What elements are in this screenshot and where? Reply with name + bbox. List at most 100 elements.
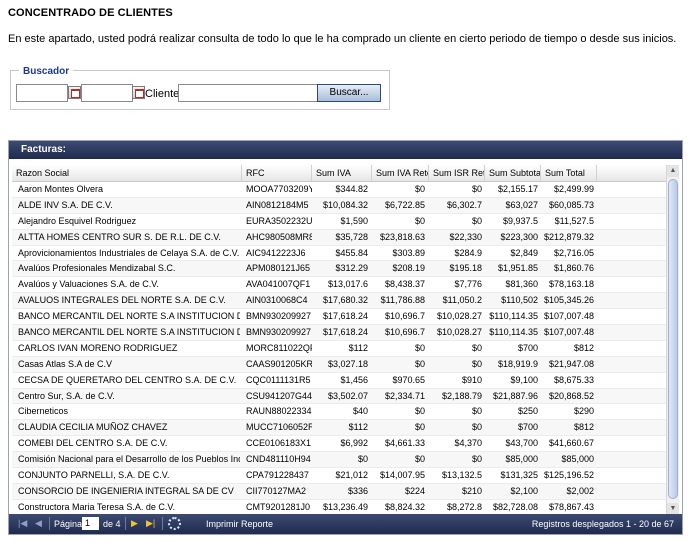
cell-sum-total: $2,716.05: [553, 247, 594, 258]
cell-sum-isr-rete: $22,330: [449, 231, 482, 242]
page-number-input[interactable]: 1: [82, 517, 99, 530]
table-row[interactable]: CONJUNTO PARNELLI, S.A. DE C.V. CPA791228…: [12, 468, 668, 484]
column-razon-social[interactable]: Razon Social: [12, 165, 242, 182]
cell-sum-subtotal: $110,114.35: [489, 311, 538, 322]
table-row[interactable]: Alejandro Esquivel Rodriguez EURA3502232U…: [12, 214, 668, 230]
column-sum-iva-rete[interactable]: Sum IVA Rete: [372, 165, 429, 182]
scroll-up-icon[interactable]: ▲: [667, 165, 679, 177]
table-row[interactable]: Aprovicionamientos Industriales de Celay…: [12, 246, 668, 262]
pager-separator: [49, 517, 50, 530]
table-row[interactable]: CLAUDIA CECILIA MUÑOZ CHAVEZ MUCC7106052R…: [12, 420, 668, 437]
cell-sum-total: $20,868.52: [548, 390, 594, 401]
cell-rfc: AIC9412223J6: [246, 247, 306, 258]
column-sum-isr-rete[interactable]: Sum ISR Rete: [429, 165, 485, 182]
cell-sum-total: $78,163.18: [548, 279, 594, 290]
cell-rfc: BMN930209927: [246, 327, 312, 338]
refresh-icon[interactable]: [168, 517, 181, 530]
table-row[interactable]: CONSORCIO DE INGENIERIA INTEGRAL SA DE C…: [12, 483, 668, 500]
column-sum-total[interactable]: Sum Total: [541, 165, 597, 182]
prev-page-icon[interactable]: ◀: [35, 518, 42, 529]
cell-rfc: AVA041007QF1: [246, 279, 311, 290]
table-row[interactable]: Comisión Nacional para el Desarrollo de …: [12, 452, 668, 469]
last-page-icon[interactable]: ▶|: [146, 518, 155, 529]
column-sum-subtotal[interactable]: Sum Subtotal: [485, 165, 541, 182]
start-date-calendar-icon[interactable]: [68, 86, 81, 99]
cell-sum-subtotal: $223,300: [500, 231, 538, 242]
cell-razon-social: CONSORCIO DE INGENIERIA INTEGRAL SA DE C…: [18, 485, 234, 496]
cell-sum-iva-rete: $6,722.85: [384, 199, 425, 210]
table-row[interactable]: BANCO MERCANTIL DEL NORTE S.A INSTITUCIO…: [12, 325, 668, 341]
table-row[interactable]: Casas Atlas S.A de C.V CAAS901205KRT $3,02…: [12, 356, 668, 373]
table-row[interactable]: CECSA DE QUERETARO DEL CENTRO S.A. DE C.…: [12, 373, 668, 389]
cell-sum-total: $8,675.33: [553, 374, 594, 385]
search-panel: Buscador Cliente: Buscar...: [10, 66, 390, 110]
cell-sum-total: $212,879.32: [543, 231, 594, 242]
cell-sum-isr-rete: $11,050.2: [442, 295, 482, 306]
table-row[interactable]: Centro Sur, S.A. de C.V. CSU941207G44 $3,5…: [12, 388, 668, 405]
cell-sum-iva: $17,618.24: [322, 311, 368, 322]
cell-sum-isr-rete: $8,272.8: [446, 501, 482, 512]
cell-sum-total: $21,947.08: [548, 358, 594, 369]
table-row[interactable]: Avalúos y Valuaciones S.A. de C.V. AVA041…: [12, 277, 668, 294]
cell-sum-subtotal: $81,360: [505, 279, 538, 290]
cell-rfc: AHC980508MR8: [246, 231, 312, 242]
cell-razon-social: AVALUOS INTEGRALES DEL NORTE S.A. DE C.V…: [18, 295, 226, 306]
cell-sum-isr-rete: $0: [471, 215, 482, 226]
cell-razon-social: Avalúos Profesionales Mendizabal S.C.: [18, 263, 176, 274]
cell-rfc: CII770127MA2: [246, 485, 307, 496]
cell-sum-iva-rete: $14,007.95: [379, 470, 425, 481]
table-row[interactable]: Aaron Montes Olvera MOOA7703209Y5 $344.82 $…: [12, 182, 668, 198]
cell-sum-isr-rete: $0: [471, 358, 482, 369]
cell-sum-subtotal: $131,325: [500, 470, 538, 481]
next-page-icon[interactable]: ▶: [131, 518, 138, 529]
cell-sum-iva: $3,502.07: [327, 390, 368, 401]
print-report-button[interactable]: Imprimir Reporte: [206, 519, 273, 529]
table-row[interactable]: CARLOS IVAN MORENO RODRIGUEZ MORC811022QF…: [12, 341, 668, 357]
vertical-scrollbar[interactable]: ▲ ▼: [666, 165, 679, 515]
table-row[interactable]: ALDE INV S.A. DE C.V. AIN0812184M5 $10,084…: [12, 197, 668, 214]
column-rfc[interactable]: RFC: [242, 165, 312, 182]
table-row[interactable]: Avalúos Profesionales Mendizabal S.C. APM…: [12, 261, 668, 278]
end-date-input[interactable]: [81, 84, 133, 102]
search-button[interactable]: Buscar...: [317, 84, 381, 102]
cell-sum-total: $290: [573, 406, 594, 417]
cell-razon-social: BANCO MERCANTIL DEL NORTE S.A INSTITUCIO…: [18, 327, 240, 338]
table-row[interactable]: Ciberneticos RAUN880223345 $40 $0 $0 $250 $290: [12, 404, 668, 421]
table-row[interactable]: Constructora Maria Teresa S.A. de C.V. CM…: [12, 500, 668, 515]
cell-sum-isr-rete: $10,028.27: [436, 327, 482, 338]
start-date-input[interactable]: [16, 84, 68, 102]
cell-sum-iva-rete: $2,334.71: [384, 390, 425, 401]
column-sum-iva[interactable]: Sum IVA: [312, 165, 372, 182]
cell-razon-social: Centro Sur, S.A. de C.V.: [18, 390, 115, 401]
scroll-thumb[interactable]: [668, 179, 678, 499]
cell-rfc: CMT9201281J0: [246, 501, 311, 512]
cell-sum-iva-rete: $11,786.88: [380, 295, 425, 306]
cell-sum-iva-rete: $4,661.33: [384, 438, 425, 449]
cell-sum-subtotal: $82,728.08: [492, 501, 538, 512]
cell-sum-subtotal: $110,114.35: [489, 327, 538, 338]
cell-sum-iva: $455.84: [335, 247, 368, 258]
cell-razon-social: CONJUNTO PARNELLI, S.A. DE C.V.: [18, 470, 170, 481]
table-row[interactable]: ALTTA HOMES CENTRO SUR S. DE R.L. DE C.V…: [12, 229, 668, 246]
cell-sum-iva: $112: [348, 422, 368, 433]
first-page-icon[interactable]: |◀: [18, 518, 27, 529]
cell-sum-iva-rete: $0: [414, 454, 425, 465]
cell-sum-iva: $3,027.18: [327, 358, 368, 369]
cell-razon-social: ALTTA HOMES CENTRO SUR S. DE R.L. DE C.V…: [18, 231, 221, 242]
cell-sum-total: $60,085.73: [548, 199, 594, 210]
cell-sum-subtotal: $2,849: [510, 247, 538, 258]
cell-sum-isr-rete: $0: [471, 422, 482, 433]
cell-sum-iva-rete: $23,818.63: [379, 231, 425, 242]
end-date-calendar-icon[interactable]: [132, 86, 145, 99]
page-count-label: de 4: [103, 519, 121, 529]
table-row[interactable]: BANCO MERCANTIL DEL NORTE S.A INSTITUCIO…: [12, 309, 668, 326]
cell-sum-total: $107,007.48: [543, 327, 594, 338]
cell-sum-isr-rete: $210: [461, 485, 482, 496]
client-input[interactable]: [178, 84, 318, 102]
table-row[interactable]: COMEBI DEL CENTRO S.A. DE C.V. CCE0106183…: [12, 436, 668, 453]
pager-separator: [125, 517, 126, 530]
cell-sum-total: $11,527.5: [554, 215, 594, 226]
cell-sum-subtotal: $63,027: [505, 199, 538, 210]
pager-bar: |◀ ◀ Página 1 de 4 ▶ ▶| Imprimir Reporte…: [9, 514, 682, 534]
table-row[interactable]: AVALUOS INTEGRALES DEL NORTE S.A. DE C.V…: [12, 293, 668, 310]
